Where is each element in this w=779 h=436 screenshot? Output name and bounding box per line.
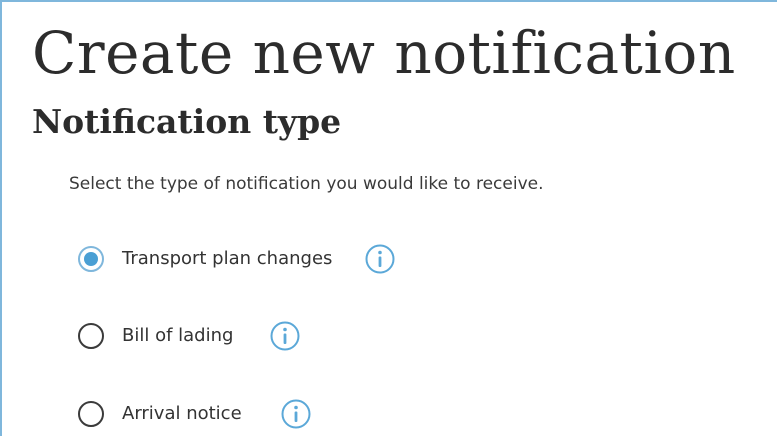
radio-transport-plan-changes[interactable] [78,246,104,272]
info-circle-icon[interactable] [364,243,396,275]
notification-panel: Create new notification Notification typ… [0,0,777,436]
info-circle-icon[interactable] [269,320,301,352]
option-transport-plan-changes[interactable]: Transport plan changes [78,243,396,275]
radio-bill-of-lading[interactable] [78,323,104,349]
option-label: Arrival notice [122,403,242,424]
option-arrival-notice[interactable]: Arrival notice [78,398,312,430]
option-bill-of-lading[interactable]: Bill of lading [78,320,301,352]
option-label: Transport plan changes [122,248,333,269]
section-title: Notification type [32,102,342,141]
radio-arrival-notice[interactable] [78,401,104,427]
info-circle-icon[interactable] [280,398,312,430]
option-label: Bill of lading [122,325,234,346]
page-title: Create new notification [32,19,736,87]
instructions-text: Select the type of notification you woul… [69,174,544,194]
